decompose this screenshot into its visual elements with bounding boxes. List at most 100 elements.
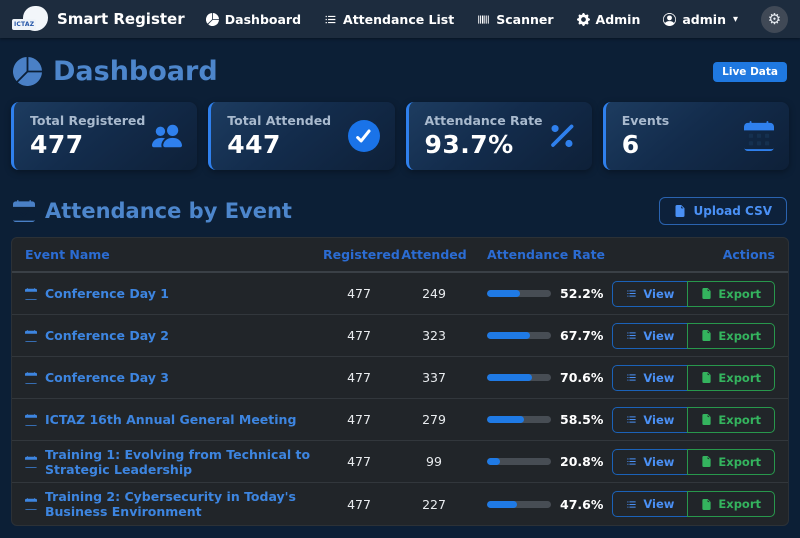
export-button[interactable]: Export: [687, 491, 775, 517]
calendar-event-icon: [25, 414, 37, 426]
top-navbar: ICTAZ Smart Register Dashboard Attendanc…: [0, 0, 800, 38]
event-name-link[interactable]: ICTAZ 16th Annual General Meeting: [45, 412, 296, 427]
stat-label: Total Attended: [227, 113, 331, 128]
file-export-icon: [701, 414, 712, 425]
settings-toggle-button[interactable]: ⚙: [761, 6, 788, 33]
file-export-icon: [701, 372, 712, 383]
view-button[interactable]: View: [612, 491, 688, 517]
calendar-check-icon: [13, 200, 35, 222]
barcode-icon: [477, 13, 490, 26]
view-button[interactable]: View: [612, 365, 688, 391]
attendance-rate-cell: 47.6%: [473, 497, 625, 512]
attendance-rate-cell: 58.5%: [473, 412, 625, 427]
progress-track: [487, 501, 551, 508]
rate-percent: 67.7%: [560, 328, 603, 343]
file-export-icon: [701, 330, 712, 341]
event-name-link[interactable]: Conference Day 3: [45, 370, 169, 385]
view-button[interactable]: View: [612, 449, 688, 475]
export-button[interactable]: Export: [687, 323, 775, 349]
list-icon: [626, 288, 637, 299]
progress-track: [487, 374, 551, 381]
progress-track: [487, 416, 551, 423]
event-name-cell: ICTAZ 16th Annual General Meeting: [25, 412, 323, 427]
ictaz-logo-icon: ICTAZ: [12, 5, 48, 33]
progress-fill: [487, 501, 517, 508]
attendance-rate-cell: 70.6%: [473, 370, 625, 385]
upload-csv-button[interactable]: Upload CSV: [659, 197, 787, 225]
pie-chart-icon: [13, 57, 42, 86]
nav-item-admin[interactable]: Admin: [577, 12, 641, 27]
section-header: Attendance by Event Upload CSV: [11, 197, 789, 225]
stat-value: 447: [227, 130, 331, 159]
stat-card-total-attended: Total Attended 447: [208, 102, 394, 170]
progress-track: [487, 290, 551, 297]
attendance-rate-cell: 52.2%: [473, 286, 625, 301]
actions-cell: View Export: [625, 491, 775, 517]
progress-fill: [487, 332, 530, 339]
calendar-event-icon: [25, 330, 37, 342]
col-header-attended: Attended: [395, 247, 473, 262]
main-content: Dashboard Live Data Total Registered 477…: [0, 38, 800, 526]
progress-fill: [487, 416, 524, 423]
attended-value: 227: [395, 497, 473, 512]
progress-fill: [487, 458, 500, 465]
nav-item-dashboard[interactable]: Dashboard: [206, 12, 301, 27]
actions-cell: View Export: [625, 365, 775, 391]
section-title: Attendance by Event: [13, 199, 292, 223]
nav-item-user-dropdown[interactable]: admin ▾: [663, 12, 738, 27]
stat-card-events: Events 6: [603, 102, 789, 170]
calendar-icon: [744, 121, 774, 151]
event-name-cell: Conference Day 2: [25, 328, 323, 343]
registered-value: 477: [323, 454, 395, 469]
live-data-badge: Live Data: [713, 62, 787, 82]
rate-percent: 20.8%: [560, 454, 603, 469]
page-header: Dashboard Live Data: [11, 48, 789, 87]
view-button[interactable]: View: [612, 281, 688, 307]
event-name-cell: Conference Day 3: [25, 370, 323, 385]
nav-item-scanner[interactable]: Scanner: [477, 12, 553, 27]
registered-value: 477: [323, 328, 395, 343]
file-export-icon: [701, 288, 712, 299]
gear-icon: ⚙: [768, 12, 781, 27]
event-name-link[interactable]: Conference Day 1: [45, 286, 169, 301]
percent-icon: [547, 121, 577, 151]
export-button[interactable]: Export: [687, 407, 775, 433]
chevron-down-icon: ▾: [733, 14, 738, 25]
event-name-cell: Training 1: Evolving from Technical to S…: [25, 447, 323, 477]
progress-track: [487, 458, 551, 465]
event-name-link[interactable]: Conference Day 2: [45, 328, 169, 343]
actions-cell: View Export: [625, 449, 775, 475]
calendar-event-icon: [25, 372, 37, 384]
pie-chart-icon: [206, 13, 219, 26]
export-button[interactable]: Export: [687, 281, 775, 307]
list-icon: [626, 372, 637, 383]
list-icon: [626, 414, 637, 425]
nav-item-attendance-list[interactable]: Attendance List: [324, 12, 454, 27]
list-icon: [626, 456, 637, 467]
brand[interactable]: ICTAZ Smart Register: [12, 5, 185, 33]
rate-percent: 52.2%: [560, 286, 603, 301]
stat-value: 93.7%: [425, 130, 543, 159]
file-upload-icon: [674, 205, 686, 217]
col-header-actions: Actions: [625, 247, 775, 262]
rate-percent: 70.6%: [560, 370, 603, 385]
file-export-icon: [701, 456, 712, 467]
table-row: Conference Day 2 477 323 67.7% View Expo…: [12, 315, 788, 357]
view-button[interactable]: View: [612, 407, 688, 433]
page-title: Dashboard: [13, 56, 218, 87]
list-icon: [626, 330, 637, 341]
registered-value: 477: [323, 497, 395, 512]
col-header-registered: Registered: [323, 247, 395, 262]
registered-value: 477: [323, 370, 395, 385]
event-name-link[interactable]: Training 1: Evolving from Technical to S…: [45, 447, 323, 477]
col-header-event-name: Event Name: [25, 247, 323, 262]
export-button[interactable]: Export: [687, 449, 775, 475]
event-name-link[interactable]: Training 2: Cybersecurity in Today's Bus…: [45, 489, 323, 519]
export-button[interactable]: Export: [687, 365, 775, 391]
table-row: Conference Day 3 477 337 70.6% View Expo…: [12, 357, 788, 399]
rate-percent: 47.6%: [560, 497, 603, 512]
stat-card-total-registered: Total Registered 477: [11, 102, 197, 170]
table-row: Conference Day 1 477 249 52.2% View Expo…: [12, 273, 788, 315]
view-button[interactable]: View: [612, 323, 688, 349]
attendance-rate-cell: 20.8%: [473, 454, 625, 469]
